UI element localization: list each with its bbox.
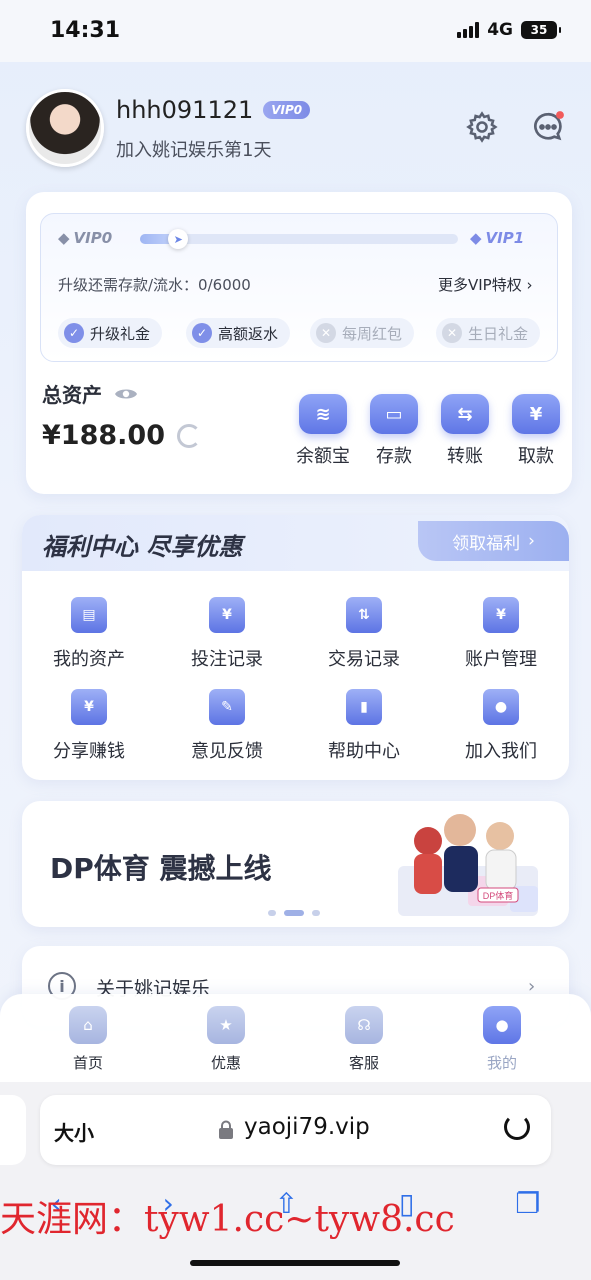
cross-icon: ✕ [316,323,336,343]
signal-icon [457,22,480,38]
action-withdraw[interactable]: ¥ 取款 [504,394,568,468]
tab-mine[interactable]: ● 我的 [457,1006,547,1073]
banner-art-label: DP体育 [483,890,514,901]
tab-customer-service[interactable]: ☊ 客服 [319,1006,409,1073]
eye-icon[interactable] [114,386,138,402]
perk-rebate: ✓ 高额返水 [186,318,291,348]
home-indicator [190,1260,400,1266]
claim-welfare-button[interactable]: 领取福利 › [418,521,569,561]
transfer-icon: ⇆ [441,394,489,434]
sports-players-illustration: DP体育 [398,814,538,916]
vip-current-badge: ◆ VIP0 [58,229,113,247]
team-icon: ● [483,689,519,725]
menu-help-center[interactable]: ▮ 帮助中心 [309,689,419,763]
user-icon: ● [483,1006,521,1044]
perk-upgrade-bonus: ✓ 升级礼金 [58,318,163,348]
more-vip-link[interactable]: 更多VIP特权 › [438,274,533,295]
wallet-icon: ▤ [71,597,107,633]
gift-icon: ★ [207,1006,245,1044]
carousel-dots [268,910,320,916]
home-icon: ⌂ [69,1006,107,1044]
status-time: 14:31 [50,18,121,43]
watermark-text: 天涯网：tyw1.cc~tyw8.cc [0,1199,455,1240]
menu-feedback[interactable]: ✎ 意见反馈 [172,689,282,763]
action-yuebao[interactable]: ≋ 余额宝 [291,394,355,468]
vip-next-badge: ◆ VIP1 [470,229,525,247]
bet-record-icon: ¥ [209,597,245,633]
vip-progress-bar: ➤ [140,229,458,249]
menu-my-assets[interactable]: ▤ 我的资产 [34,597,144,671]
coin-stack-icon: ≋ [299,394,347,434]
action-transfer[interactable]: ⇆ 转账 [433,394,497,468]
welfare-title: 福利中心 尽享优惠 [42,533,243,561]
username-row: hhh091121 VIP0 [116,96,311,124]
share-money-icon: ¥ [71,689,107,725]
headset-icon: ☊ [345,1006,383,1044]
battery-icon: 35 [521,21,561,39]
menu-transactions[interactable]: ⇅ 交易记录 [309,597,419,671]
vip-level-badge: VIP0 [263,101,311,119]
menu-bet-records[interactable]: ¥ 投注记录 [172,597,282,671]
chevron-right-icon: › [528,531,535,551]
perk-birthday-gift: ✕ 生日礼金 [436,318,541,348]
menu-share-earn[interactable]: ¥ 分享赚钱 [34,689,144,763]
text-size-button[interactable]: 大小 [54,1117,94,1146]
withdraw-icon: ¥ [512,394,560,434]
menu-join-us[interactable]: ● 加入我们 [446,689,556,763]
avatar[interactable] [26,89,104,167]
previous-tab-preview[interactable] [0,1095,26,1165]
tab-promotions[interactable]: ★ 优惠 [181,1006,271,1073]
chat-bubble-icon [534,111,564,141]
membership-days: 加入姚记娱乐第1天 [116,140,272,161]
wallet-icon: ▭ [370,394,418,434]
banner-title: DP体育 震撼上线 [50,852,272,885]
network-label: 4G [487,20,513,40]
action-deposit[interactable]: ▭ 存款 [362,394,426,468]
diamond-icon: ◆ [58,229,70,247]
lock-icon [219,1120,233,1139]
settings-button[interactable] [462,107,502,147]
refresh-icon[interactable] [176,423,201,448]
diamond-icon: ◆ [470,229,482,247]
username: hhh091121 [116,96,254,124]
url-text[interactable]: yaoji79.vip [244,1114,370,1140]
menu-account-management[interactable]: ¥ 账户管理 [446,597,556,671]
check-icon: ✓ [64,323,84,343]
total-assets-label: 总资产 [42,379,138,408]
chevron-right-icon: › [526,276,533,294]
gear-icon [466,111,498,143]
reload-icon[interactable] [504,1114,530,1140]
help-book-icon: ▮ [346,689,382,725]
account-icon: ¥ [483,597,519,633]
perk-weekly-redpacket: ✕ 每周红包 [310,318,415,348]
upgrade-requirement: 升级还需存款/流水：0/6000 [58,276,251,294]
status-indicators: 4G 35 [457,20,561,40]
total-assets-value: ¥188.00 [42,420,201,451]
tab-home[interactable]: ⌂ 首页 [43,1006,133,1073]
cross-icon: ✕ [442,323,462,343]
check-icon: ✓ [192,323,212,343]
transaction-icon: ⇅ [346,597,382,633]
feedback-icon: ✎ [209,689,245,725]
messages-button[interactable] [528,107,568,147]
